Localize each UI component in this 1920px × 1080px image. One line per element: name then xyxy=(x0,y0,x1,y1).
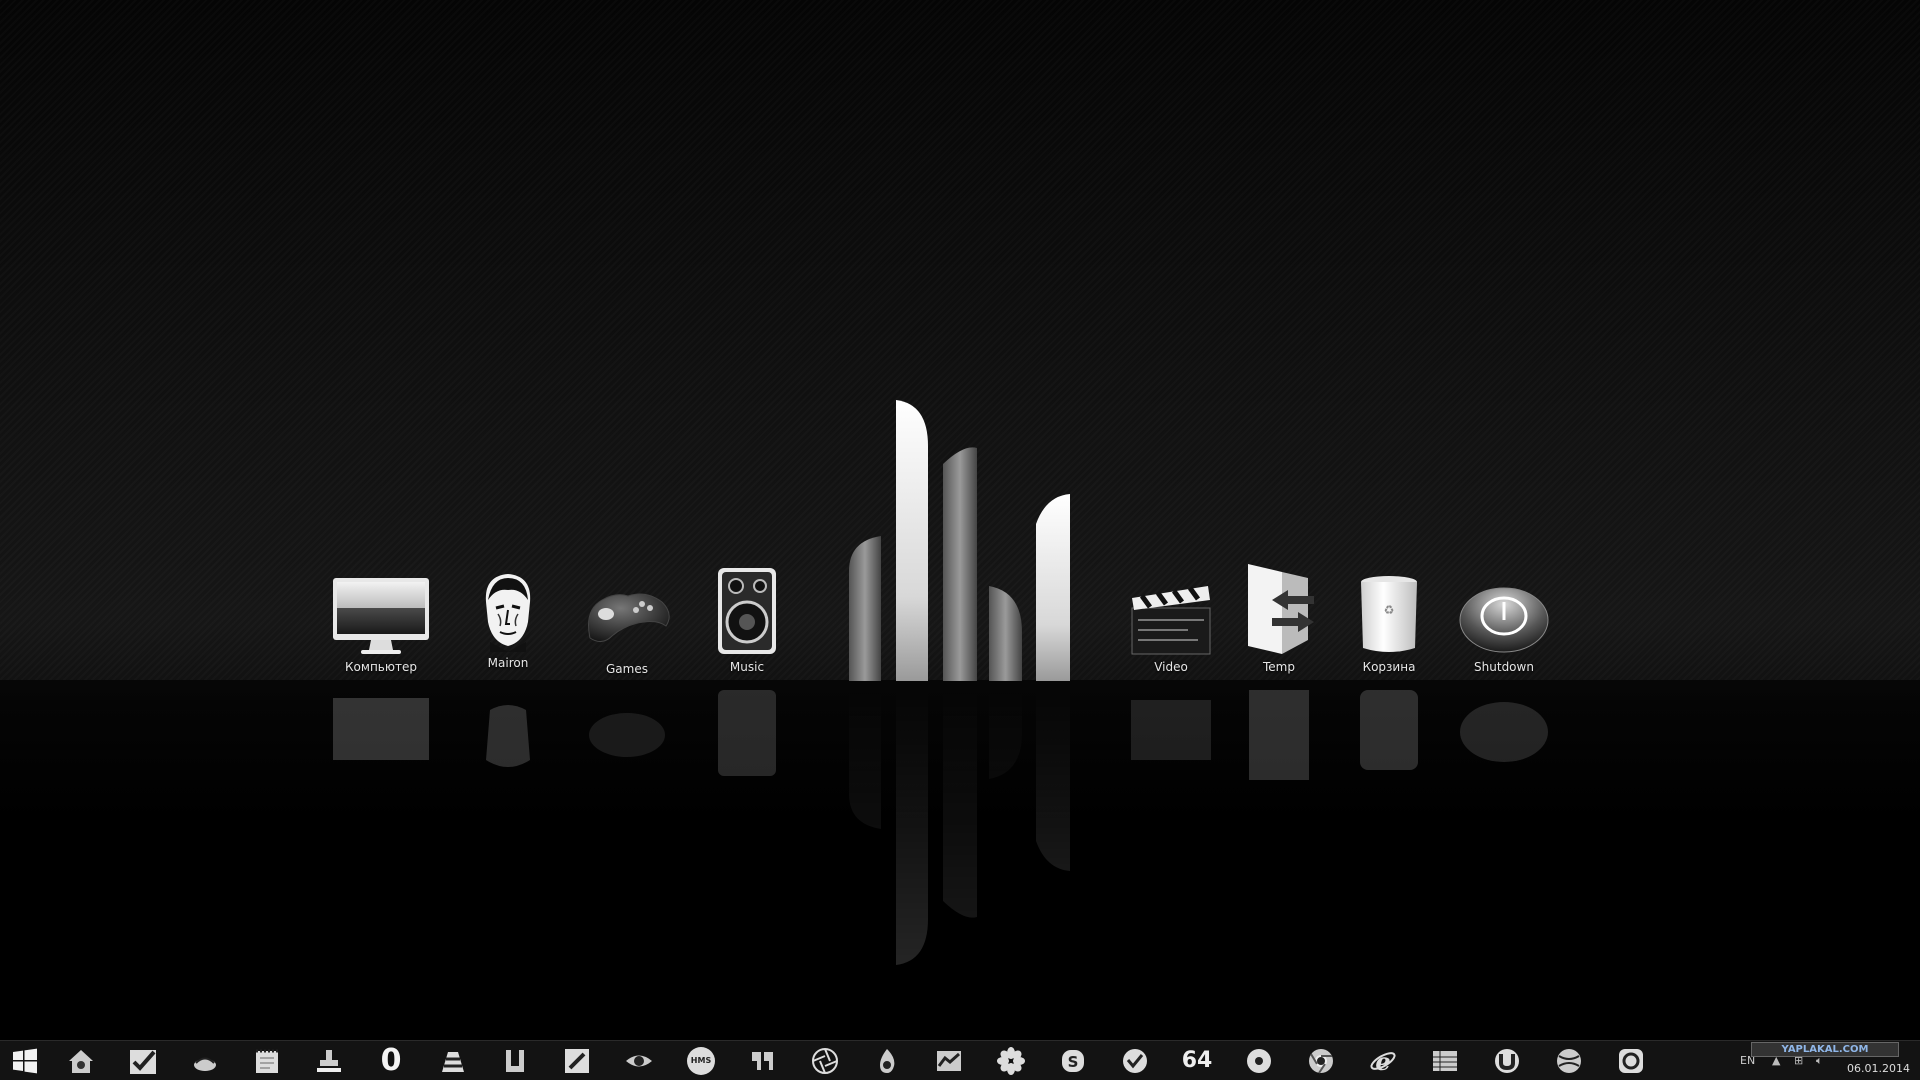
desktop-icon-recycle-bin[interactable]: ♻ Корзина xyxy=(1329,560,1449,674)
monitor-icon xyxy=(321,560,441,656)
taskbar-quote[interactable] xyxy=(732,1041,794,1080)
taskbar-edit[interactable] xyxy=(546,1041,608,1080)
icon-reflection xyxy=(1444,700,1564,764)
notepad-icon xyxy=(256,1049,278,1073)
taskbar-fire[interactable] xyxy=(856,1041,918,1080)
svg-text:S: S xyxy=(1068,1053,1079,1071)
taskbar-disc[interactable] xyxy=(1228,1041,1290,1080)
vlc-icon xyxy=(442,1051,464,1072)
windows-logo-icon xyxy=(13,1048,37,1073)
taskbar-hms[interactable]: HMS xyxy=(670,1041,732,1080)
taskbar: 0 HMS S 64 e EN ▲ ⊞ 🔈︎ 17:31 06.01.2014 xyxy=(0,1040,1920,1080)
camera-icon xyxy=(1619,1048,1643,1073)
desktop-icon-shutdown[interactable]: Shutdown xyxy=(1444,560,1564,674)
icon-reflection xyxy=(1329,690,1449,770)
desktop-icon-music[interactable]: Music xyxy=(687,560,807,674)
taskbar-skype[interactable]: S xyxy=(1042,1041,1104,1080)
desktop-icon-label: Video xyxy=(1154,660,1188,674)
desktop-icon-label: Корзина xyxy=(1362,660,1416,674)
trash-bin-icon: ♻ xyxy=(1329,560,1449,656)
taskbar-list[interactable] xyxy=(1414,1041,1476,1080)
desktop-icon-computer[interactable]: Компьютер xyxy=(321,560,441,674)
face-portrait-icon xyxy=(448,556,568,652)
utorrent-icon xyxy=(506,1049,524,1072)
hms-icon: HMS xyxy=(687,1046,715,1075)
list-icon xyxy=(1433,1050,1457,1071)
aperture-icon xyxy=(812,1047,838,1074)
taskbar-home[interactable] xyxy=(50,1041,112,1080)
power-icon xyxy=(1444,560,1564,656)
check-circle-icon xyxy=(1123,1048,1147,1073)
sixty-four-icon: 64 xyxy=(1181,1048,1213,1073)
desktop-icon-label: Games xyxy=(606,662,648,676)
home-icon xyxy=(69,1049,93,1073)
taskbar-aperture[interactable] xyxy=(794,1041,856,1080)
watermark-badge: YAPLAKAL.COM xyxy=(1751,1042,1899,1057)
edit-icon xyxy=(565,1048,589,1073)
taskbar-eye[interactable] xyxy=(608,1041,670,1080)
icon-reflection xyxy=(1111,700,1231,760)
desktop-icon-label: Music xyxy=(729,660,765,674)
speaker-icon xyxy=(687,560,807,656)
chart-icon xyxy=(937,1050,961,1071)
chrome-icon xyxy=(1309,1048,1333,1074)
clock-date: 06.01.2014 xyxy=(1847,1062,1910,1075)
taskbar-check[interactable] xyxy=(112,1041,174,1080)
start-button[interactable] xyxy=(0,1041,50,1080)
fire-icon xyxy=(880,1048,895,1073)
icon-reflection xyxy=(321,690,441,760)
desktop-icon-user-folder[interactable]: Mairon xyxy=(448,556,568,670)
svg-text:e: e xyxy=(1375,1047,1390,1076)
center-logo-reflection xyxy=(849,684,1070,965)
taskbar-globe[interactable] xyxy=(1538,1041,1600,1080)
icon-reflection xyxy=(448,700,568,770)
desktop-icon-label: Shutdown xyxy=(1474,660,1534,674)
taskbar-check-circle[interactable] xyxy=(1104,1041,1166,1080)
desktop-icon-video[interactable]: Video xyxy=(1111,560,1231,674)
center-logo-bars xyxy=(849,400,1070,681)
desktop-icon-temp[interactable]: Temp xyxy=(1219,560,1339,674)
clapperboard-icon xyxy=(1111,560,1231,656)
taskbar-64[interactable]: 64 xyxy=(1166,1041,1228,1080)
ie-icon: e xyxy=(1370,1047,1396,1076)
disc-icon xyxy=(1247,1048,1271,1073)
desktop-icon-label: Компьютер xyxy=(345,660,417,674)
desktop: Компьютер Mairon Games Music Video Temp … xyxy=(0,0,1920,1040)
folder-transfer-icon xyxy=(1219,560,1339,656)
icon-reflection xyxy=(1219,690,1339,780)
desktop-icon-games[interactable]: Games xyxy=(567,562,687,676)
taskbar-camera[interactable] xyxy=(1600,1041,1662,1080)
taskbar-chrome[interactable] xyxy=(1290,1041,1352,1080)
skype-icon: S xyxy=(1062,1049,1084,1072)
icon-reflection xyxy=(687,690,807,776)
stamp-icon xyxy=(317,1049,341,1072)
taskbar-chart[interactable] xyxy=(918,1041,980,1080)
taskbar-opera[interactable]: 0 xyxy=(360,1041,422,1080)
taskbar-flower[interactable] xyxy=(980,1041,1042,1080)
checkmark-icon xyxy=(130,1049,156,1074)
quote-icon xyxy=(752,1051,773,1070)
flower-icon xyxy=(997,1046,1025,1075)
taskbar-notepad[interactable] xyxy=(236,1041,298,1080)
u-icon xyxy=(1495,1048,1519,1073)
taskbar-ie[interactable]: e xyxy=(1352,1041,1414,1080)
desktop-icon-label: Temp xyxy=(1263,660,1295,674)
globe-icon xyxy=(1557,1048,1581,1073)
taskbar-utorrent[interactable] xyxy=(484,1041,546,1080)
taskbar-u[interactable] xyxy=(1476,1041,1538,1080)
taskbar-vlc[interactable] xyxy=(422,1041,484,1080)
gamepad-icon xyxy=(567,562,687,658)
desktop-icon-label: Mairon xyxy=(487,656,529,670)
eye-icon xyxy=(626,1055,652,1066)
taskbar-app3[interactable] xyxy=(174,1041,236,1080)
svg-text:♻: ♻ xyxy=(1384,603,1395,617)
hms-label: HMS xyxy=(690,1056,712,1065)
taskbar-stamp[interactable] xyxy=(298,1041,360,1080)
icon-reflection xyxy=(567,710,687,760)
eye-hat-icon xyxy=(194,1057,216,1071)
opera-icon: 0 xyxy=(380,1043,402,1078)
